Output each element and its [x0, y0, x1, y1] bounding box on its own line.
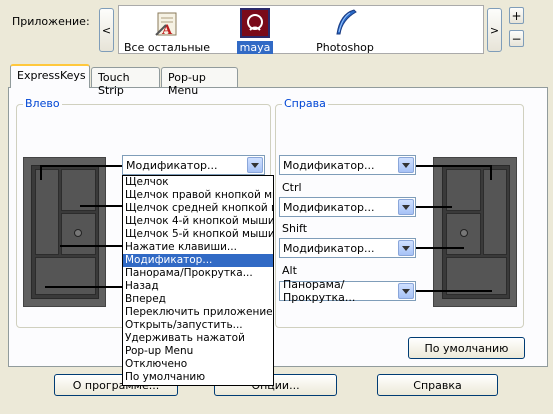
dropdown-item[interactable]: Pop-up Menu	[123, 345, 273, 358]
app-label: maya	[236, 41, 274, 54]
dropdown-item[interactable]: Назад	[123, 280, 273, 293]
dropdown-item[interactable]: Нажатие клавиши...	[123, 241, 273, 254]
app-item-maya[interactable]: maya	[205, 6, 305, 54]
right-modifier-ctrl: Ctrl	[282, 181, 302, 194]
chevron-down-icon[interactable]	[398, 283, 414, 299]
photoshop-icon	[330, 8, 360, 38]
remove-app-button[interactable]: −	[509, 30, 524, 47]
right-key-2	[483, 169, 507, 255]
chevron-down-icon[interactable]	[398, 240, 414, 256]
right-key-1	[446, 169, 481, 211]
app-item-all-others[interactable]: A Все остальные	[117, 6, 217, 54]
svg-text:A: A	[161, 23, 173, 38]
dropdown-item[interactable]: Щелчок 4-й кнопкой мыши	[123, 215, 273, 228]
dropdown-item[interactable]: Щелчок 5-й кнопкой мыши	[123, 228, 273, 241]
left-tablet-graphic	[23, 157, 106, 307]
right-rocker-icon	[460, 229, 468, 237]
all-apps-icon: A	[152, 8, 182, 38]
chevron-down-icon[interactable]	[247, 157, 263, 173]
default-button[interactable]: По умолчанию	[408, 337, 525, 359]
app-label: Все остальные	[124, 41, 210, 54]
dropdown-item[interactable]: Открыть/запустить...	[123, 319, 273, 332]
previous-app-button[interactable]: <	[99, 8, 114, 52]
right-key-1-select[interactable]: Модификатор...	[279, 155, 416, 175]
right-modifier-shift: Shift	[282, 222, 308, 235]
right-modifier-alt: Alt	[282, 264, 297, 277]
tab-expresskeys[interactable]: ExpressKeys	[10, 64, 90, 88]
dropdown-item[interactable]: По умолчанию	[123, 371, 273, 384]
tab-touch-strip[interactable]: Touch Strip	[91, 67, 160, 97]
dropdown-item[interactable]: Удерживать нажатой	[123, 332, 273, 345]
dropdown-item-selected[interactable]: Модификатор...	[123, 254, 273, 267]
dropdown-item[interactable]: Переключить приложение	[123, 306, 273, 319]
chevron-down-icon[interactable]	[398, 199, 414, 215]
action-dropdown-list: Щелчок Щелчок правой кнопкой мыши Щелчок…	[122, 175, 274, 386]
dropdown-item[interactable]: Щелчок правой кнопкой мыши	[123, 189, 273, 202]
tab-popup-menu[interactable]: Pop-up Menu	[161, 67, 238, 97]
left-rocker-icon	[74, 229, 82, 237]
dropdown-item[interactable]: Щелчок	[123, 176, 273, 189]
chevron-down-icon[interactable]	[398, 157, 414, 173]
help-button[interactable]: Справка	[377, 374, 498, 396]
left-top-key-select[interactable]: Модификатор...	[122, 155, 265, 175]
left-key-1	[35, 169, 59, 255]
app-item-photoshop[interactable]: Photoshop	[295, 6, 395, 54]
add-app-button[interactable]: +	[509, 7, 524, 24]
left-group-title: Влево	[23, 97, 62, 110]
right-key-2-select[interactable]: Модификатор...	[279, 197, 416, 217]
maya-icon	[240, 8, 270, 38]
dropdown-item[interactable]: Вперед	[123, 293, 273, 306]
right-key-4-select[interactable]: Панорама/Прокрутка...	[279, 278, 416, 304]
application-label: Приложение:	[12, 15, 90, 28]
dropdown-item[interactable]: Панорама/Прокрутка...	[123, 267, 273, 280]
right-tablet-graphic	[433, 157, 517, 307]
right-key-3-select[interactable]: Модификатор...	[279, 238, 416, 258]
right-group-title: Справа	[282, 97, 328, 110]
left-key-4	[35, 257, 96, 295]
application-list: A Все остальные maya Photoshop	[118, 5, 484, 54]
dropdown-item[interactable]: Отключено	[123, 358, 273, 371]
dropdown-item[interactable]: Щелчок средней кнопкой мыши	[123, 202, 273, 215]
app-label: Photoshop	[316, 41, 374, 54]
next-app-button[interactable]: >	[487, 8, 502, 52]
